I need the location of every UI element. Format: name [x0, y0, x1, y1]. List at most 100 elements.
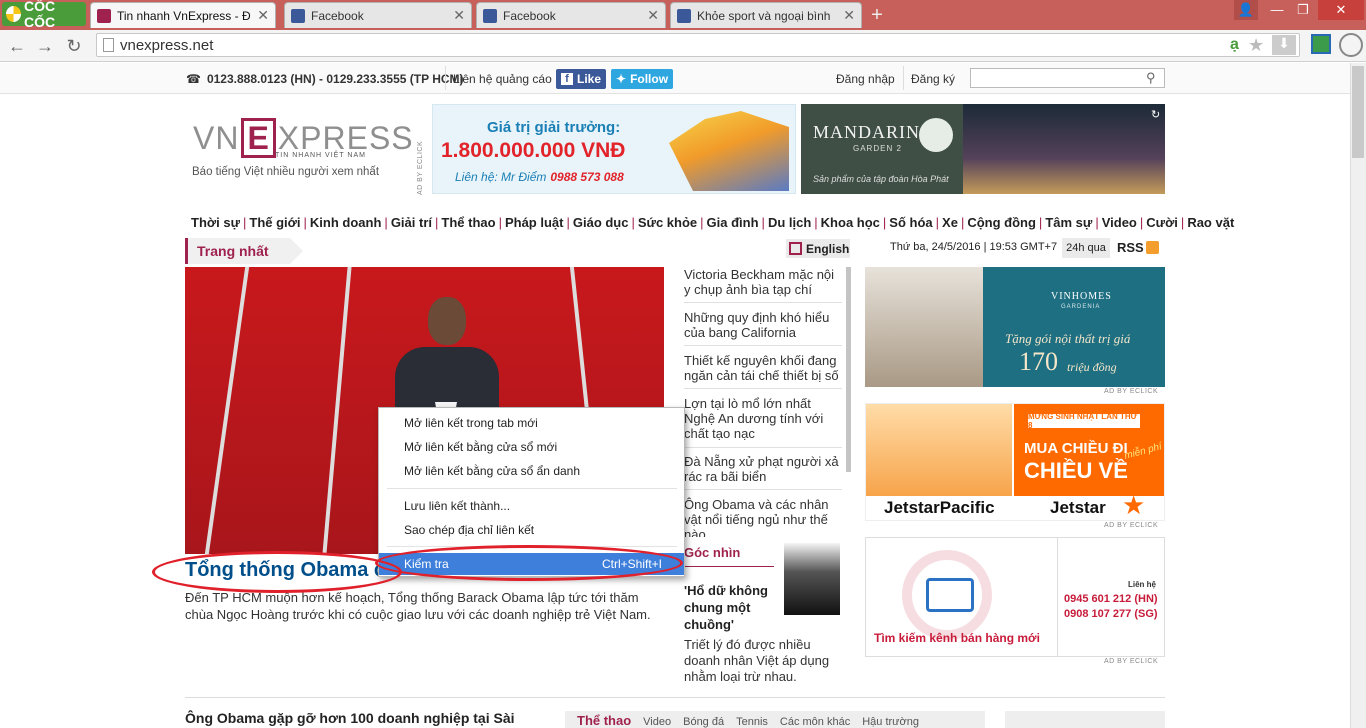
search-icon[interactable]: ⚲ [1146, 70, 1156, 86]
tab-facebook-1[interactable]: Facebook ✕ [284, 2, 472, 28]
section-title[interactable]: Trang nhất [185, 238, 303, 264]
nav-giao-duc[interactable]: Giáo dục [573, 215, 629, 230]
jetstar-crowd-photo [866, 404, 1012, 496]
minimize-button[interactable]: — [1264, 0, 1290, 20]
divider [684, 447, 842, 448]
shop-phone-hn: 0945 601 212 (HN) [1064, 593, 1158, 605]
back-arrow-icon[interactable]: ← [6, 35, 28, 57]
side-news-item[interactable]: Thiết kế nguyên khối đang ngăn cản tái c… [684, 353, 842, 383]
address-bar[interactable]: vnexpress.net [96, 33, 1300, 57]
nav-rao-vat[interactable]: Rao vặt [1187, 215, 1234, 230]
shop-phone-sg: 0908 107 277 (SG) [1064, 608, 1158, 620]
nav-cuoi[interactable]: Cười [1146, 215, 1178, 230]
side-news-item[interactable]: Lợn tại lò mổ lớn nhất Nghệ An dương tín… [684, 396, 842, 441]
login-link[interactable]: Đăng nhập [836, 72, 895, 86]
nav-cong-dong[interactable]: Cộng đồng [967, 215, 1036, 230]
tab-vnexpress[interactable]: Tin nhanh VnExpress - Đọc ✕ [90, 2, 276, 28]
nav-giai-tri[interactable]: Giải trí [391, 215, 432, 230]
reload-icon[interactable]: ↻ [63, 35, 85, 57]
english-link[interactable]: English [786, 239, 850, 258]
settings-menu-icon[interactable] [1339, 33, 1363, 57]
24h-button[interactable]: 24h qua [1062, 238, 1110, 258]
close-tab-icon[interactable]: ✕ [453, 7, 465, 24]
jetstar-ad[interactable]: MỪNG SINH NHẬT LẦN THỨ 8 MUA CHIỀU ĐI CH… [865, 403, 1165, 521]
ad-contact-link[interactable]: Liên hệ quảng cáo [453, 72, 552, 86]
twitter-follow-button[interactable]: ✦ Follow [611, 69, 674, 89]
tab-bong-da[interactable]: Bóng đá [683, 716, 724, 728]
nav-tam-su[interactable]: Tâm sự [1045, 215, 1092, 230]
side-news-item[interactable]: Đà Nẵng xử phạt người xả rác ra bãi biển [684, 454, 842, 484]
side-news-item[interactable]: Victoria Beckham mặc nội y chụp ảnh bìa … [684, 267, 842, 297]
translate-icon[interactable]: ạ [1230, 36, 1239, 54]
page-scrollbar[interactable] [1350, 63, 1366, 728]
facebook-like-button[interactable]: f Like [556, 69, 607, 89]
coccoc-menu-button[interactable]: CỐC CỐC [2, 0, 86, 30]
nav-thoi-su[interactable]: Thời sự [191, 215, 240, 230]
current-date: Thứ ba, 24/5/2016 | 19:53 GMT+7 [890, 241, 1058, 253]
extension-icon[interactable] [1311, 34, 1331, 54]
rss-link[interactable]: RSS [1117, 240, 1159, 255]
side-news-item[interactable]: Những quy định khó hiểu của bang Califor… [684, 310, 842, 340]
nav-the-thao[interactable]: Thể thao [441, 215, 495, 230]
bookmark-star-icon[interactable]: ★ [1248, 35, 1264, 56]
ad2-replay-icon[interactable]: ↻ [1151, 108, 1160, 121]
nav-so-hoa[interactable]: Số hóa [889, 215, 932, 230]
search-input[interactable] [970, 68, 1165, 88]
tab-tennis[interactable]: Tennis [736, 716, 768, 728]
goc-nhin-text: Triết lý đó được nhiều doanh nhân Việt á… [684, 637, 830, 684]
scrollbar-thumb[interactable] [1352, 66, 1364, 158]
tab-khoe-sport[interactable]: Khỏe sport và ngoại bình ✕ [670, 2, 862, 28]
close-tab-icon[interactable]: ✕ [843, 7, 855, 24]
shopping-ad[interactable]: Tìm kiếm kênh bán hàng mới Liên hệ 0945 … [865, 537, 1165, 657]
nav-kinh-doanh[interactable]: Kinh doanh [310, 215, 382, 230]
tab-the-thao[interactable]: Thể thao [577, 713, 631, 728]
vinhomes-ad[interactable]: VINHOMES GARDENIA Tặng gói nội thất trị … [865, 267, 1165, 387]
menu-copy-link-address[interactable]: Sao chép địa chỉ liên kết [379, 519, 684, 541]
side-news-scrollbar[interactable] [846, 267, 851, 472]
forward-arrow-icon[interactable]: → [34, 35, 56, 57]
tab-facebook-2[interactable]: Facebook ✕ [476, 2, 666, 28]
close-tab-icon[interactable]: ✕ [647, 7, 659, 24]
jetstar-line1: MUA CHIỀU ĐI [1024, 440, 1128, 457]
vinhomes-unit: triệu đồng [1067, 360, 1117, 374]
new-tab-button[interactable]: + [866, 4, 888, 26]
nav-du-lich[interactable]: Du lịch [768, 215, 811, 230]
tab-cac-mon-khac[interactable]: Các môn khác [780, 716, 850, 728]
close-window-button[interactable]: ✕ [1318, 0, 1364, 20]
close-tab-icon[interactable]: ✕ [257, 7, 269, 24]
nav-the-gioi[interactable]: Thế giới [249, 215, 300, 230]
menu-open-incognito[interactable]: Mở liên kết bằng cửa sổ ẩn danh [379, 460, 684, 482]
page-icon [103, 38, 114, 52]
ad-label: AD BY ECLICK [1104, 388, 1159, 395]
ad1-amount: 1.800.000.000 VNĐ [441, 139, 626, 162]
vinhomes-offer: Tặng gói nội thất trị giá [1005, 331, 1131, 346]
maximize-button[interactable]: ❐ [1290, 0, 1316, 20]
register-link[interactable]: Đăng ký [911, 72, 955, 86]
banner-ad-lottery[interactable]: Giá trị giải trưởng: 1.800.000.000 VNĐ L… [432, 104, 796, 194]
banner-ad-mandarin[interactable]: MANDARIN GARDEN 2 Sản phẩm của tập đoàn … [801, 104, 1165, 194]
tab-video[interactable]: Video [643, 716, 671, 728]
vnexpress-favicon-icon [97, 8, 111, 23]
goc-nhin-label[interactable]: Góc nhìn [684, 545, 774, 567]
menu-open-new-tab[interactable]: Mở liên kết trong tab mới [379, 412, 684, 434]
nav-suc-khoe[interactable]: Sức khỏe [638, 215, 697, 230]
bottom-right-widget [1005, 711, 1165, 728]
menu-save-link-as[interactable]: Lưu liên kết thành... [379, 495, 684, 517]
download-icon[interactable]: ⬇ [1272, 35, 1296, 55]
divider [185, 697, 1165, 698]
jetstar-star-icon: ★ [1122, 490, 1146, 520]
goc-nhin-title[interactable]: 'Hổ dữ không chung một chuồng' [684, 582, 780, 633]
nav-phap-luat[interactable]: Pháp luật [505, 215, 564, 230]
bottom-headline-link[interactable]: Ông Obama gặp gỡ hơn 100 doanh nghiệp tạ… [185, 710, 515, 726]
nav-video[interactable]: Video [1102, 215, 1137, 230]
profile-icon[interactable]: 👤 [1234, 0, 1258, 20]
ad2-sub: GARDEN 2 [853, 144, 902, 153]
nav-khoa-hoc[interactable]: Khoa học [821, 215, 880, 230]
sport-tabs: Thể thao Video Bóng đá Tennis Các môn kh… [565, 711, 985, 728]
nav-xe[interactable]: Xe [942, 215, 958, 230]
tab-hau-truong[interactable]: Hậu trường [862, 716, 919, 728]
vnexpress-logo[interactable]: VN E XPRESS TIN NHANH VIỆT NAM [193, 118, 413, 159]
menu-open-new-window[interactable]: Mở liên kết bằng cửa sổ mới [379, 436, 684, 458]
side-news-item[interactable]: Ông Obama và các nhân vật nổi tiếng ngủ … [684, 497, 842, 537]
nav-gia-dinh[interactable]: Gia đình [707, 215, 759, 230]
